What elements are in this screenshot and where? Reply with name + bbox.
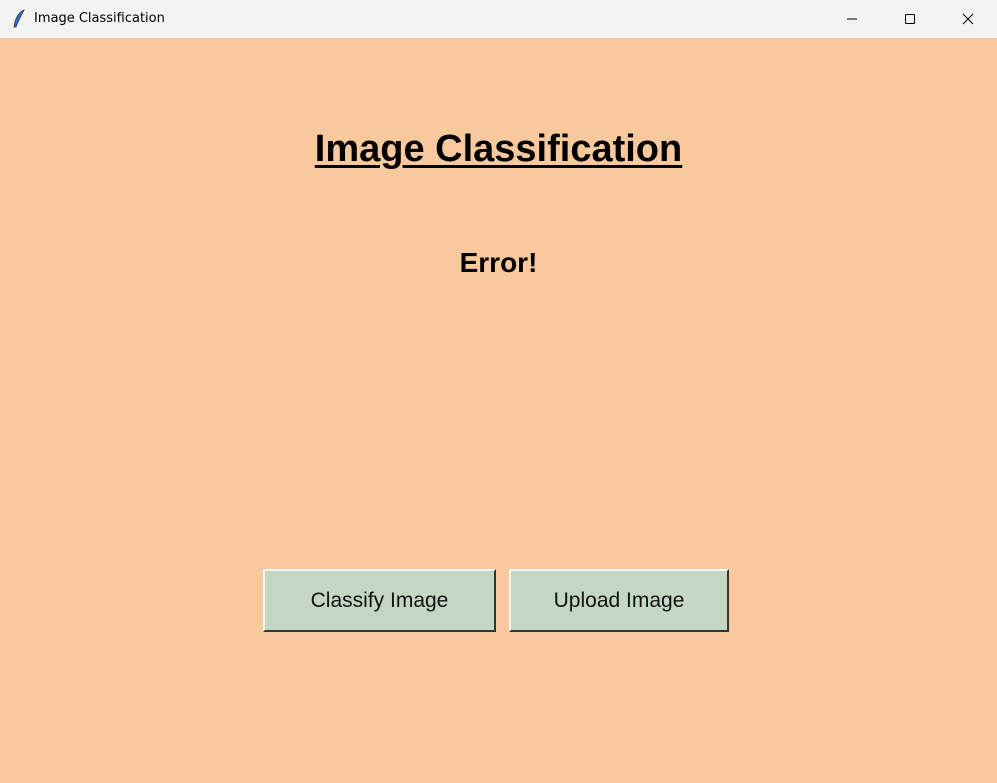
feather-icon (13, 9, 25, 28)
maximize-icon (905, 14, 915, 24)
status-label: Error! (459, 247, 538, 278)
window-title: Image Classification (34, 11, 165, 26)
close-icon (962, 13, 974, 25)
close-button[interactable] (939, 0, 997, 38)
minimize-button[interactable] (823, 0, 881, 38)
minimize-icon (847, 18, 857, 20)
maximize-button[interactable] (881, 0, 939, 38)
page-title: Image Classification (314, 128, 683, 170)
title-bar: Image Classification (0, 0, 997, 38)
classify-image-button[interactable]: Classify Image (263, 569, 496, 632)
upload-image-button[interactable]: Upload Image (509, 569, 729, 632)
